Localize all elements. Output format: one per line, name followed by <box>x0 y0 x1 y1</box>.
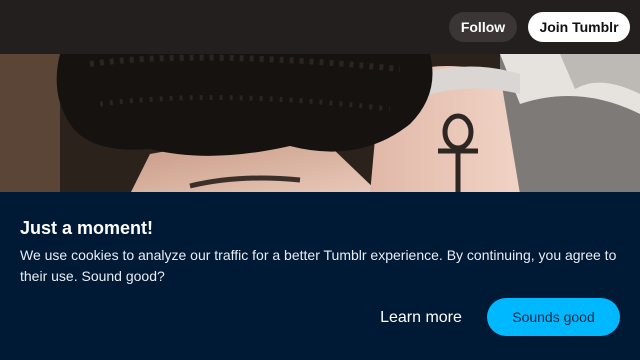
sounds-good-button[interactable]: Sounds good <box>487 298 620 336</box>
cookie-banner-title: Just a moment! <box>20 218 154 238</box>
top-bar: Follow Join Tumblr <box>0 0 640 54</box>
join-tumblr-button[interactable]: Join Tumblr <box>528 12 630 42</box>
post-photo-image <box>0 54 640 194</box>
learn-more-button[interactable]: Learn more <box>372 300 470 336</box>
cookie-consent-banner: Just a moment! We use cookies to analyze… <box>0 192 640 360</box>
follow-button[interactable]: Follow <box>449 12 517 42</box>
post-photo <box>0 54 640 194</box>
cookie-banner-message: We use cookies to analyze our traffic fo… <box>20 247 617 284</box>
